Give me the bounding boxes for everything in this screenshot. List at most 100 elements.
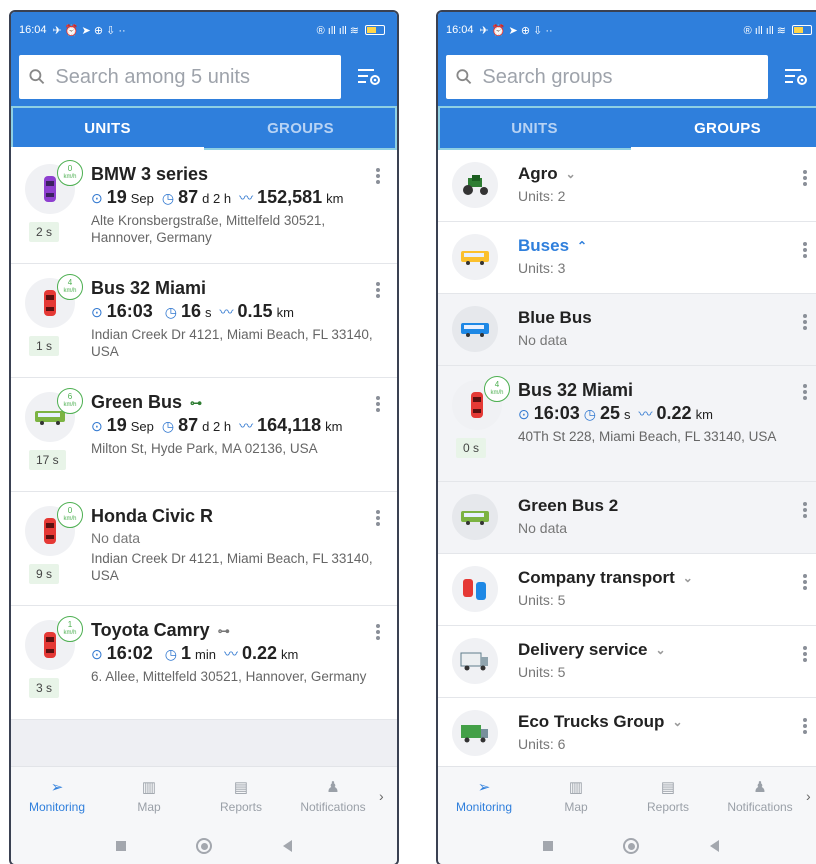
mileage-icon: 〰 bbox=[239, 418, 254, 434]
speed-badge: 0 km/h bbox=[57, 502, 83, 528]
recent-apps-icon[interactable] bbox=[543, 841, 554, 851]
search-input[interactable] bbox=[55, 65, 331, 89]
more-options-icon[interactable] bbox=[800, 168, 810, 188]
group-list: Agro ⌄ Units: 2 Buses ⌃ Units: 3 Blue Bus … bbox=[438, 150, 816, 770]
search-icon bbox=[29, 69, 45, 85]
screenshot-stage: 16:04 ✈ ⏰ ➤ ⊕ ⇩ ·· ® ıll ıll ≋ UNITS GROU… bbox=[0, 0, 816, 864]
unit-stats: ⊙ 19 Sep ◷ 87 d 2 h 〰 152,581 km bbox=[91, 187, 344, 207]
nav-notifications[interactable]: ♟ Notifications bbox=[287, 778, 379, 814]
group-name: Eco Trucks Group bbox=[518, 712, 665, 731]
group-unit-count: Units: 3 bbox=[518, 260, 566, 276]
nav-reports[interactable]: ▤ Reports bbox=[622, 778, 714, 814]
nav-monitoring[interactable]: ➢ Monitoring bbox=[11, 778, 103, 814]
unit-item-green-bus[interactable]: 6 km/h 17 s Green Bus ⊶ ⊙ 19 Sep ◷ 87 d 2 h 〰 1… bbox=[11, 378, 397, 492]
group-item-company-transport[interactable]: Company transport ⌄ Units: 5 bbox=[438, 554, 816, 626]
unit-item-bmw-3-series[interactable]: 0 km/h 2 s BMW 3 series ⊙ 19 Sep ◷ 87 d 2 h 〰… bbox=[11, 150, 397, 264]
chevron-right-icon[interactable]: › bbox=[379, 788, 397, 804]
filter-settings-icon bbox=[785, 69, 807, 85]
unit-item-bus-32-miami[interactable]: 4 km/h 1 s Bus 32 Miami ⊙ 16:03 ◷ 16 s 〰 0.15… bbox=[11, 264, 397, 378]
filter-settings-button[interactable] bbox=[776, 57, 816, 97]
speed-badge: 6 km/h bbox=[57, 388, 83, 414]
unit-name: BMW 3 series bbox=[91, 164, 209, 184]
group-item-agro[interactable]: Agro ⌄ Units: 2 bbox=[438, 150, 816, 222]
group-unit-bus-32-miami[interactable]: 4 km/h 0 s Bus 32 Miami ⊙ 16:03 ◷ 25 s 〰 0.22… bbox=[438, 366, 816, 482]
tab-groups[interactable]: GROUPS bbox=[631, 106, 816, 150]
more-options-icon[interactable] bbox=[800, 500, 810, 520]
more-options-icon[interactable] bbox=[373, 508, 383, 528]
phone-groups-screen: 16:04 ✈ ⏰ ➤ ⊕ ⇩ ·· ® ıll ıll ≋ UNITS GROU… bbox=[436, 10, 816, 864]
more-options-icon[interactable] bbox=[800, 382, 810, 402]
green-truck-icon bbox=[452, 710, 498, 756]
more-options-icon[interactable] bbox=[800, 644, 810, 664]
last-message-time: 2 s bbox=[29, 222, 60, 242]
more-options-icon[interactable] bbox=[373, 280, 383, 300]
chevron-down-icon[interactable]: ⌄ bbox=[566, 167, 576, 181]
status-icons-left: ✈ ⏰ ➤ ⊕ ⇩ ·· bbox=[479, 24, 553, 37]
unit-item-honda-civic-r[interactable]: 0 km/h 9 s Honda Civic R No data Indian C… bbox=[11, 492, 397, 606]
nav-reports[interactable]: ▤ Reports bbox=[195, 778, 287, 814]
search-icon bbox=[456, 69, 472, 85]
navigation-arrow-icon: ➢ bbox=[50, 778, 64, 796]
nav-map[interactable]: ▥ Map bbox=[530, 778, 622, 814]
recent-apps-icon[interactable] bbox=[116, 841, 127, 851]
mileage-icon: 〰 bbox=[219, 304, 234, 320]
unit-no-data: No data bbox=[518, 332, 568, 348]
unit-name: Green Bus 2 bbox=[518, 496, 619, 515]
search-box[interactable] bbox=[19, 55, 341, 99]
bell-icon: ♟ bbox=[326, 778, 340, 796]
chevron-down-icon[interactable]: ⌄ bbox=[683, 571, 693, 585]
more-options-icon[interactable] bbox=[373, 622, 383, 642]
more-options-icon[interactable] bbox=[800, 312, 810, 332]
nav-map[interactable]: ▥ Map bbox=[103, 778, 195, 814]
search-input[interactable] bbox=[482, 65, 758, 89]
unit-no-data: No data bbox=[91, 530, 141, 546]
more-options-icon[interactable] bbox=[373, 394, 383, 414]
chevron-down-icon[interactable]: ⌄ bbox=[672, 715, 682, 729]
chevron-right-icon[interactable]: › bbox=[806, 788, 816, 804]
group-item-delivery-service[interactable]: Delivery service ⌄ Units: 5 bbox=[438, 626, 816, 698]
unit-item-toyota-camry[interactable]: 1 km/h 3 s Toyota Camry ⊶ ⊙ 16:02 ◷ 1 min 〰 0.… bbox=[11, 606, 397, 720]
more-options-icon[interactable] bbox=[800, 572, 810, 592]
unit-address: Indian Creek Dr 4121, Miami Beach, FL 33… bbox=[91, 327, 373, 359]
last-message-time: 9 s bbox=[29, 564, 60, 584]
status-bar: 16:04 ✈ ⏰ ➤ ⊕ ⇩ ·· ® ıll ıll ≋ bbox=[11, 12, 397, 48]
status-icons-right: ® ıll ıll ≋ bbox=[743, 24, 786, 37]
nav-notifications[interactable]: ♟ Notifications bbox=[714, 778, 806, 814]
back-icon[interactable] bbox=[282, 840, 292, 852]
status-icons-right: ® ıll ıll ≋ bbox=[316, 24, 359, 37]
unit-list: 0 km/h 2 s BMW 3 series ⊙ 19 Sep ◷ 87 d 2 h 〰… bbox=[11, 150, 397, 720]
more-options-icon[interactable] bbox=[800, 240, 810, 260]
speed-badge: 4 km/h bbox=[484, 376, 510, 402]
tab-units[interactable]: UNITS bbox=[11, 106, 204, 150]
mileage-icon: 〰 bbox=[239, 190, 254, 206]
more-options-icon[interactable] bbox=[373, 166, 383, 186]
tab-groups[interactable]: GROUPS bbox=[204, 106, 397, 150]
reports-icon: ▤ bbox=[233, 778, 249, 796]
group-item-buses[interactable]: Buses ⌃ Units: 3 bbox=[438, 222, 816, 294]
bottom-navigation: ➢ Monitoring ▥ Map ▤ Reports ♟ Notifications… bbox=[438, 766, 816, 824]
chevron-down-icon[interactable]: ⌄ bbox=[656, 643, 666, 657]
group-unit-count: Units: 5 bbox=[518, 592, 566, 608]
status-time: 16:04 bbox=[446, 24, 474, 36]
home-icon[interactable] bbox=[623, 838, 640, 854]
group-name: Delivery service bbox=[518, 640, 648, 659]
group-item-eco-trucks-group[interactable]: Eco Trucks Group ⌄ Units: 6 bbox=[438, 698, 816, 770]
home-icon[interactable] bbox=[196, 838, 213, 854]
clock-icon: ◷ bbox=[161, 418, 175, 434]
search-box[interactable] bbox=[446, 55, 768, 99]
last-message-time: 0 s bbox=[456, 438, 487, 458]
last-message-time: 1 s bbox=[29, 336, 60, 356]
group-unit-green-bus-2[interactable]: Green Bus 2 No data bbox=[438, 482, 816, 554]
filter-settings-button[interactable] bbox=[349, 57, 389, 97]
search-row bbox=[11, 48, 397, 106]
battery-icon bbox=[792, 25, 812, 35]
tab-units[interactable]: UNITS bbox=[438, 106, 631, 150]
nav-monitoring[interactable]: ➢ Monitoring bbox=[438, 778, 530, 814]
group-unit-blue-bus[interactable]: Blue Bus No data bbox=[438, 294, 816, 366]
unit-name: Bus 32 Miami bbox=[91, 278, 207, 298]
more-options-icon[interactable] bbox=[800, 716, 810, 736]
play-icon: ⊙ bbox=[91, 646, 103, 662]
back-icon[interactable] bbox=[709, 840, 719, 852]
bell-icon: ♟ bbox=[753, 778, 767, 796]
chevron-up-icon[interactable]: ⌃ bbox=[577, 239, 587, 253]
